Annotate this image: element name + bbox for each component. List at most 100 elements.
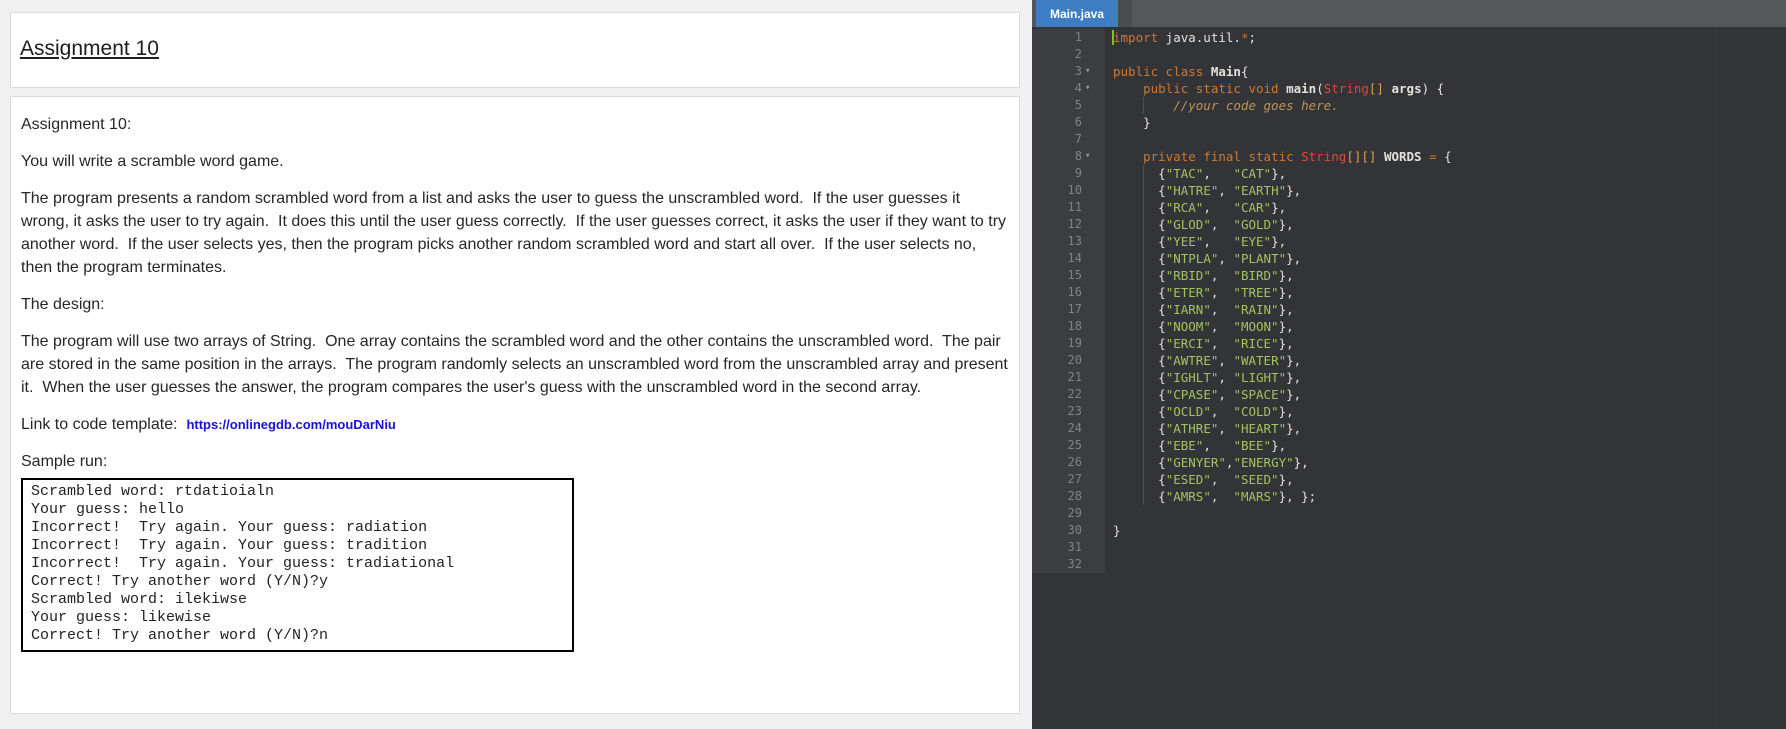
line-number[interactable]: 12 bbox=[1032, 216, 1105, 233]
code-line-content[interactable]: {"IGHLT", "LIGHT"}, bbox=[1105, 369, 1786, 386]
line-number[interactable]: 6 bbox=[1032, 114, 1105, 131]
line-number[interactable]: 10 bbox=[1032, 182, 1105, 199]
code-line-content[interactable] bbox=[1105, 131, 1786, 148]
code-line-content[interactable]: {"OCLD", "COLD"}, bbox=[1105, 403, 1786, 420]
code-line[interactable]: 7 bbox=[1032, 131, 1786, 148]
code-line-content[interactable]: {"YEE", "EYE"}, bbox=[1105, 233, 1786, 250]
line-number[interactable]: 9 bbox=[1032, 165, 1105, 182]
line-number[interactable]: 13 bbox=[1032, 233, 1105, 250]
code-line-content[interactable]: {"GENYER","ENERGY"}, bbox=[1105, 454, 1786, 471]
line-number[interactable]: 25 bbox=[1032, 437, 1105, 454]
code-line-content[interactable]: {"RBID", "BIRD"}, bbox=[1105, 267, 1786, 284]
code-line-content[interactable]: private final static String[][] WORDS = … bbox=[1105, 148, 1786, 165]
line-number[interactable]: 8 ▾ bbox=[1032, 148, 1105, 165]
code-line[interactable]: 20 {"AWTRE", "WATER"}, bbox=[1032, 352, 1786, 369]
template-link[interactable]: https://onlinegdb.com/mouDarNiu bbox=[186, 417, 395, 432]
line-number[interactable]: 27 bbox=[1032, 471, 1105, 488]
line-number[interactable]: 28 bbox=[1032, 488, 1105, 505]
line-number[interactable]: 19 bbox=[1032, 335, 1105, 352]
code-line[interactable]: 16 {"ETER", "TREE"}, bbox=[1032, 284, 1786, 301]
code-line-content[interactable]: {"IARN", "RAIN"}, bbox=[1105, 301, 1786, 318]
line-number[interactable]: 15 bbox=[1032, 267, 1105, 284]
line-number[interactable]: 3 ▾ bbox=[1032, 63, 1105, 80]
line-number[interactable]: 1 bbox=[1032, 29, 1105, 46]
code-line[interactable]: 27 {"ESED", "SEED"}, bbox=[1032, 471, 1786, 488]
code-line-content[interactable]: } bbox=[1105, 522, 1786, 539]
code-line-content[interactable] bbox=[1105, 505, 1786, 522]
tab-main-java[interactable]: Main.java bbox=[1036, 0, 1119, 27]
fold-icon[interactable]: ▾ bbox=[1082, 63, 1105, 80]
code-line[interactable]: 25 {"EBE", "BEE"}, bbox=[1032, 437, 1786, 454]
line-number[interactable]: 2 bbox=[1032, 46, 1105, 63]
code-line[interactable]: 30} bbox=[1032, 522, 1786, 539]
code-line-content[interactable]: {"NTPLA", "PLANT"}, bbox=[1105, 250, 1786, 267]
code-line-content[interactable]: {"NOOM", "MOON"}, bbox=[1105, 318, 1786, 335]
line-number[interactable]: 32 bbox=[1032, 556, 1105, 573]
code-line-content[interactable]: {"GLOD", "GOLD"}, bbox=[1105, 216, 1786, 233]
line-number[interactable]: 23 bbox=[1032, 403, 1105, 420]
line-number[interactable]: 17 bbox=[1032, 301, 1105, 318]
code-line[interactable]: 4 ▾ public static void main(String[] args… bbox=[1032, 80, 1786, 97]
code-line[interactable]: 15 {"RBID", "BIRD"}, bbox=[1032, 267, 1786, 284]
code-line-content[interactable] bbox=[1105, 46, 1786, 63]
line-number[interactable]: 5 bbox=[1032, 97, 1105, 114]
code-line-content[interactable]: {"EBE", "BEE"}, bbox=[1105, 437, 1786, 454]
code-area[interactable]: 1 import java.util.*; 2 3 ▾ public class Main… bbox=[1032, 27, 1786, 729]
code-line[interactable]: 11 {"RCA", "CAR"}, bbox=[1032, 199, 1786, 216]
code-line[interactable]: 12 {"GLOD", "GOLD"}, bbox=[1032, 216, 1786, 233]
code-line[interactable]: 29 bbox=[1032, 505, 1786, 522]
code-line[interactable]: 28 {"AMRS", "MARS"}, }; bbox=[1032, 488, 1786, 505]
line-number[interactable]: 18 bbox=[1032, 318, 1105, 335]
code-line[interactable]: 6 } bbox=[1032, 114, 1786, 131]
code-line[interactable]: 23 {"OCLD", "COLD"}, bbox=[1032, 403, 1786, 420]
line-number[interactable]: 24 bbox=[1032, 420, 1105, 437]
line-number[interactable]: 31 bbox=[1032, 539, 1105, 556]
code-line-content[interactable]: public class Main{ bbox=[1105, 63, 1786, 80]
line-number[interactable]: 29 bbox=[1032, 505, 1105, 522]
code-line-content[interactable]: {"TAC", "CAT"}, bbox=[1105, 165, 1786, 182]
code-line-content[interactable] bbox=[1105, 556, 1786, 573]
code-line-content[interactable]: {"ESED", "SEED"}, bbox=[1105, 471, 1786, 488]
code-line-content[interactable]: {"RCA", "CAR"}, bbox=[1105, 199, 1786, 216]
code-line[interactable]: 26 {"GENYER","ENERGY"}, bbox=[1032, 454, 1786, 471]
code-line[interactable]: 13 {"YEE", "EYE"}, bbox=[1032, 233, 1786, 250]
line-number[interactable]: 26 bbox=[1032, 454, 1105, 471]
code-line-content[interactable]: {"HATRE", "EARTH"}, bbox=[1105, 182, 1786, 199]
code-line-content[interactable]: public static void main(String[] args) { bbox=[1105, 80, 1786, 97]
line-number[interactable]: 11 bbox=[1032, 199, 1105, 216]
code-line[interactable]: 22 {"CPASE", "SPACE"}, bbox=[1032, 386, 1786, 403]
code-line[interactable]: 9 {"TAC", "CAT"}, bbox=[1032, 165, 1786, 182]
code-line[interactable]: 1 import java.util.*; bbox=[1032, 29, 1786, 46]
code-line-content[interactable]: {"AWTRE", "WATER"}, bbox=[1105, 352, 1786, 369]
code-line[interactable]: 3 ▾ public class Main{ bbox=[1032, 63, 1786, 80]
code-line-content[interactable]: import java.util.*; bbox=[1105, 29, 1786, 46]
line-number[interactable]: 16 bbox=[1032, 284, 1105, 301]
line-number[interactable]: 21 bbox=[1032, 369, 1105, 386]
fold-icon[interactable]: ▾ bbox=[1082, 148, 1105, 165]
code-line[interactable]: 21 {"IGHLT", "LIGHT"}, bbox=[1032, 369, 1786, 386]
code-line-content[interactable]: {"ETER", "TREE"}, bbox=[1105, 284, 1786, 301]
code-line-content[interactable]: //your code goes here. bbox=[1105, 97, 1786, 114]
line-number[interactable]: 22 bbox=[1032, 386, 1105, 403]
code-line[interactable]: 18 {"NOOM", "MOON"}, bbox=[1032, 318, 1786, 335]
line-number[interactable]: 30 bbox=[1032, 522, 1105, 539]
code-line-content[interactable] bbox=[1105, 539, 1786, 556]
code-line-content[interactable]: {"AMRS", "MARS"}, }; bbox=[1105, 488, 1786, 505]
code-line-content[interactable]: {"ATHRE", "HEART"}, bbox=[1105, 420, 1786, 437]
fold-icon[interactable]: ▾ bbox=[1082, 80, 1105, 97]
code-line[interactable]: 17 {"IARN", "RAIN"}, bbox=[1032, 301, 1786, 318]
code-line[interactable]: 8 ▾ private final static String[][] WORDS… bbox=[1032, 148, 1786, 165]
line-number[interactable]: 20 bbox=[1032, 352, 1105, 369]
code-line-content[interactable]: {"CPASE", "SPACE"}, bbox=[1105, 386, 1786, 403]
code-line[interactable]: 5 //your code goes here. bbox=[1032, 97, 1786, 114]
code-line[interactable]: 31 bbox=[1032, 539, 1786, 556]
code-line[interactable]: 14 {"NTPLA", "PLANT"}, bbox=[1032, 250, 1786, 267]
line-number[interactable]: 7 bbox=[1032, 131, 1105, 148]
line-number[interactable]: 4 ▾ bbox=[1032, 80, 1105, 97]
line-number[interactable]: 14 bbox=[1032, 250, 1105, 267]
code-line[interactable]: 2 bbox=[1032, 46, 1786, 63]
code-line-content[interactable]: {"ERCI", "RICE"}, bbox=[1105, 335, 1786, 352]
code-line[interactable]: 19 {"ERCI", "RICE"}, bbox=[1032, 335, 1786, 352]
code-line[interactable]: 24 {"ATHRE", "HEART"}, bbox=[1032, 420, 1786, 437]
code-line-content[interactable]: } bbox=[1105, 114, 1786, 131]
